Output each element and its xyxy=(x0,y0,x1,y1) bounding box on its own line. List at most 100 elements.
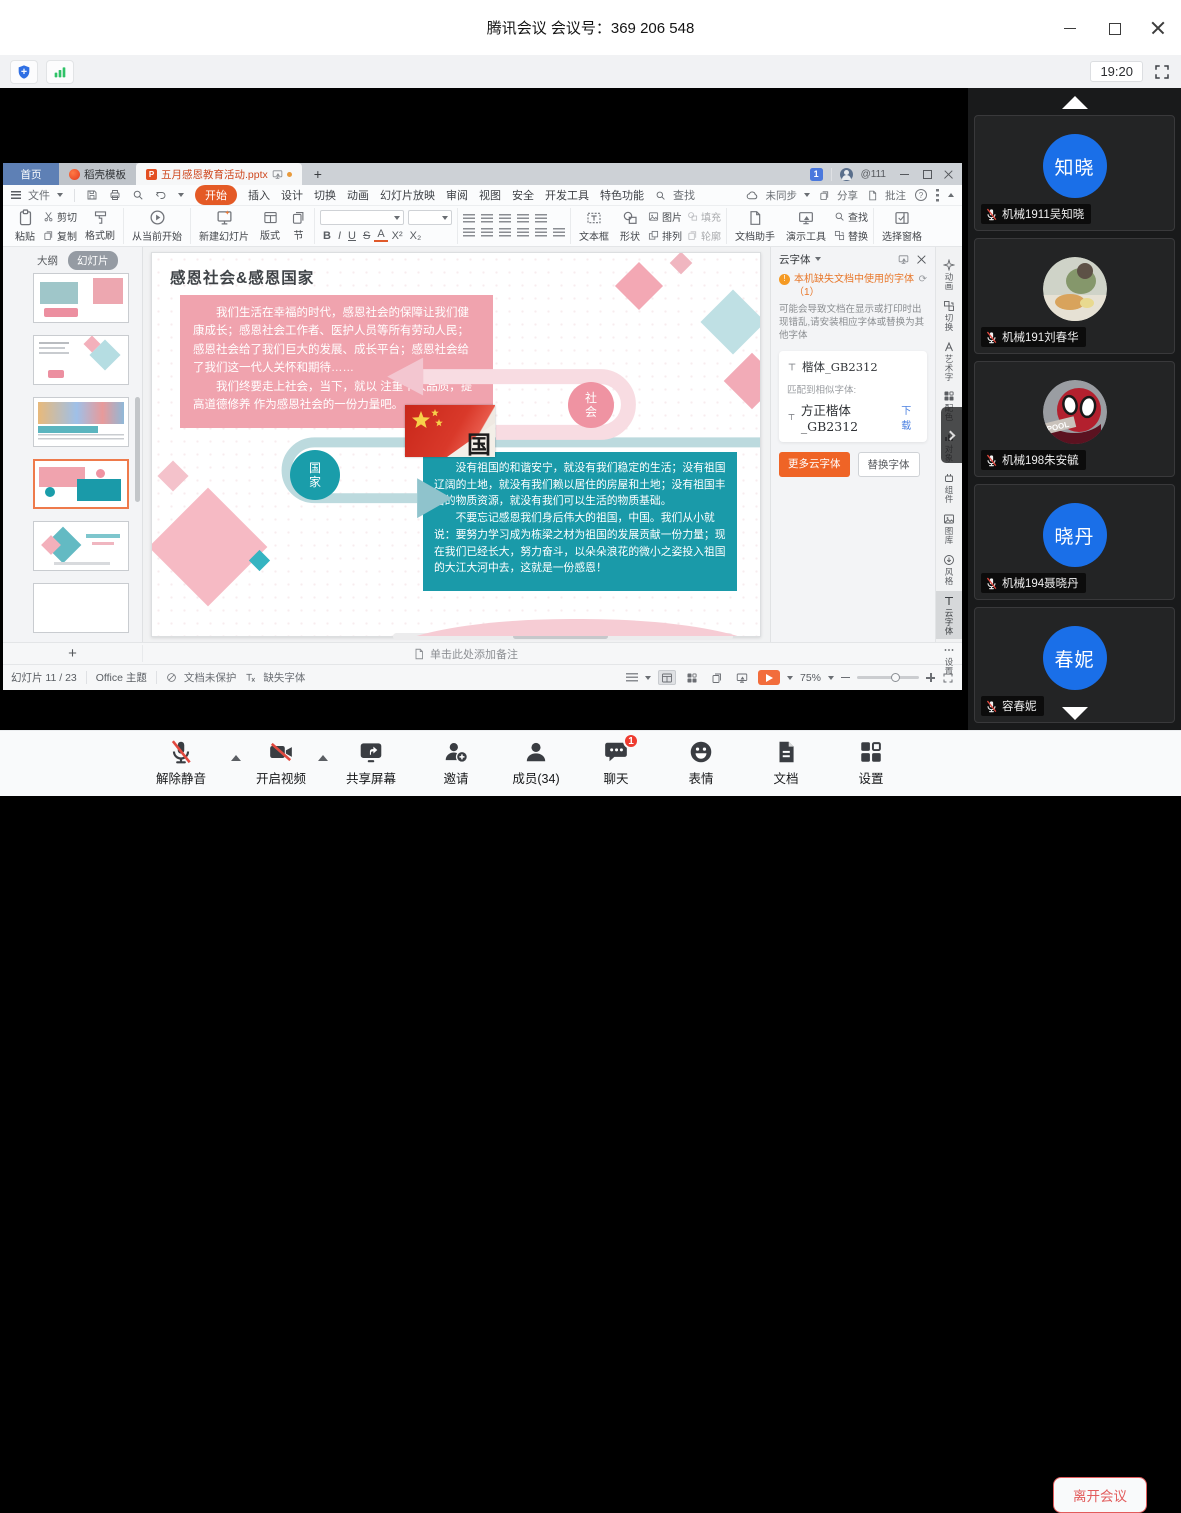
participant-tile[interactable]: 知晓 机械1911吴知晓 xyxy=(974,115,1175,231)
slide-thumbnail-12[interactable]: 12 xyxy=(33,521,129,571)
ribbon-tab-view[interactable]: 视图 xyxy=(479,187,501,203)
share-button[interactable]: 分享 xyxy=(819,188,858,203)
maximize-button[interactable] xyxy=(1107,21,1121,35)
message-count-badge[interactable]: 1 xyxy=(810,168,823,181)
settings-button[interactable]: 设置 xyxy=(833,739,909,787)
zoom-slider-knob[interactable] xyxy=(891,673,900,682)
font-size-select[interactable] xyxy=(408,210,452,225)
indent-decrease-button[interactable] xyxy=(499,214,511,224)
sidetool-gallery[interactable]: 图库 xyxy=(936,509,962,549)
view-reading-button[interactable] xyxy=(708,670,726,685)
view-sorter-button[interactable] xyxy=(683,670,701,685)
font-family-select[interactable] xyxy=(320,210,404,225)
collapse-ribbon-icon[interactable] xyxy=(948,193,954,197)
preview-button[interactable] xyxy=(132,189,144,201)
network-quality-button[interactable] xyxy=(46,60,74,84)
sidetool-style[interactable]: 风格 xyxy=(936,550,962,590)
shapes-button[interactable]: 形状 xyxy=(617,210,643,243)
meeting-security-button[interactable] xyxy=(10,60,38,84)
slideshow-play-button[interactable] xyxy=(758,670,780,685)
file-menu[interactable]: 文件 xyxy=(11,187,63,203)
slides-tab[interactable]: 幻灯片 xyxy=(68,251,118,270)
video-options-caret[interactable] xyxy=(318,755,328,761)
slide-thumbnail-9[interactable]: 9 xyxy=(33,335,129,385)
wps-tab-home[interactable]: 首页 xyxy=(3,163,59,185)
refresh-icon[interactable]: ⟳ xyxy=(919,273,927,286)
print-button[interactable] xyxy=(109,189,121,201)
cut-button[interactable]: 剪切 xyxy=(43,209,77,224)
sidetool-transition[interactable]: 切换 xyxy=(936,296,962,336)
format-painter-button[interactable]: 格式刷 xyxy=(82,210,118,242)
minimize-button[interactable] xyxy=(1063,21,1077,35)
wps-tab-document[interactable]: P 五月感恩教育活动.pptx xyxy=(136,163,302,185)
wps-new-tab-button[interactable]: + xyxy=(302,163,334,185)
zoom-level[interactable]: 75% xyxy=(800,672,821,684)
paste-button[interactable]: 粘贴 xyxy=(12,209,38,243)
close-button[interactable] xyxy=(1151,21,1165,35)
textbox-button[interactable]: 文本框 xyxy=(576,210,612,243)
ribbon-tab-slideshow[interactable]: 幻灯片放映 xyxy=(380,187,435,203)
selection-pane-button[interactable]: 选择窗格 xyxy=(879,210,925,243)
superscript-button[interactable]: X² xyxy=(389,230,406,242)
close-panel-icon[interactable] xyxy=(917,255,927,265)
wps-avatar[interactable] xyxy=(840,168,853,181)
participant-tile[interactable]: 机械191刘春华 xyxy=(974,238,1175,354)
start-video-button[interactable]: 开启视频 xyxy=(243,739,319,787)
ribbon-tab-start[interactable]: 开始 xyxy=(195,185,237,205)
subscript-button[interactable]: X₂ xyxy=(407,230,425,242)
cloud-sync-status[interactable]: 未同步 xyxy=(746,188,811,203)
arrange-button[interactable]: 排列 xyxy=(648,228,682,243)
slide-thumbnail-8[interactable]: 8 xyxy=(33,273,129,323)
distribute-button[interactable] xyxy=(535,228,547,238)
more-cloud-fonts-button[interactable]: 更多云字体 xyxy=(779,452,850,477)
notes-placeholder-area[interactable]: 单击此处添加备注 xyxy=(143,646,518,662)
thumbnail-scrollbar[interactable] xyxy=(135,397,140,502)
missing-font-card[interactable]: 楷体_GB2312 匹配到相似字体: 方正楷体_GB2312 下载 xyxy=(779,351,927,442)
underline-button[interactable]: U xyxy=(345,230,359,242)
find-button[interactable]: 查找 xyxy=(834,209,868,224)
zoom-slider[interactable] xyxy=(857,676,919,679)
indent-increase-button[interactable] xyxy=(517,214,529,224)
sidetool-wordart[interactable]: 艺术字 xyxy=(936,337,962,386)
invite-button[interactable]: 邀请 xyxy=(418,739,494,787)
bullets-button[interactable] xyxy=(463,214,475,224)
ribbon-tab-animation[interactable]: 动画 xyxy=(347,187,369,203)
bold-button[interactable]: B xyxy=(320,230,334,242)
comment-button[interactable]: 批注 xyxy=(867,188,906,203)
section-button[interactable]: 节 xyxy=(288,210,309,242)
wps-close-button[interactable] xyxy=(944,169,954,179)
slide-thumbnail-10[interactable]: 10 xyxy=(33,397,129,447)
new-slide-button[interactable]: 新建幻灯片 xyxy=(196,209,252,243)
replace-button[interactable]: 替换 xyxy=(834,228,868,243)
missing-font-status[interactable]: 缺失字体 xyxy=(245,670,305,685)
share-screen-button[interactable]: 共享屏幕 xyxy=(333,739,409,787)
ribbon-tab-security[interactable]: 安全 xyxy=(512,187,534,203)
chevron-down-icon[interactable] xyxy=(178,193,184,197)
zoom-in-button[interactable] xyxy=(926,673,935,682)
scroll-down-arrow[interactable] xyxy=(1062,707,1088,720)
participant-tile[interactable]: 晓丹 机械194聂晓丹 xyxy=(974,484,1175,600)
chevron-down-icon[interactable] xyxy=(815,257,821,261)
slide-thumbnail-13[interactable]: 13 xyxy=(33,583,129,633)
leave-meeting-button[interactable]: 离开会议 xyxy=(1053,1477,1147,1513)
pin-panel-icon[interactable] xyxy=(898,254,909,265)
add-slide-button[interactable]: + xyxy=(3,645,143,662)
present-tools-button[interactable]: 演示工具 xyxy=(783,210,829,243)
numbering-button[interactable] xyxy=(481,214,493,224)
unmute-button[interactable]: 解除静音 xyxy=(143,739,219,787)
download-font-link[interactable]: 下载 xyxy=(901,402,919,432)
replace-font-button[interactable]: 替换字体 xyxy=(858,452,920,477)
ribbon-tab-review[interactable]: 审阅 xyxy=(446,187,468,203)
ribbon-tab-transition[interactable]: 切换 xyxy=(314,187,336,203)
sidetool-cloud-font[interactable]: 云字体 xyxy=(936,591,962,640)
wps-restore-button[interactable] xyxy=(922,169,932,179)
protection-status[interactable]: 文档未保护 xyxy=(166,670,237,685)
view-show-button[interactable] xyxy=(733,670,751,685)
fullscreen-button[interactable] xyxy=(1153,63,1171,81)
chat-button[interactable]: 1 聊天 xyxy=(578,739,654,787)
slide-11[interactable]: 感恩社会&感恩国家 我们生活在幸福的时代，感恩社会的保障让我们健康成长；感恩社会… xyxy=(151,252,761,637)
view-normal-button[interactable] xyxy=(658,670,676,685)
find-command[interactable]: 查找 xyxy=(655,187,695,203)
emoji-button[interactable]: 表情 xyxy=(663,739,739,787)
docs-button[interactable]: 文档 xyxy=(748,739,824,787)
